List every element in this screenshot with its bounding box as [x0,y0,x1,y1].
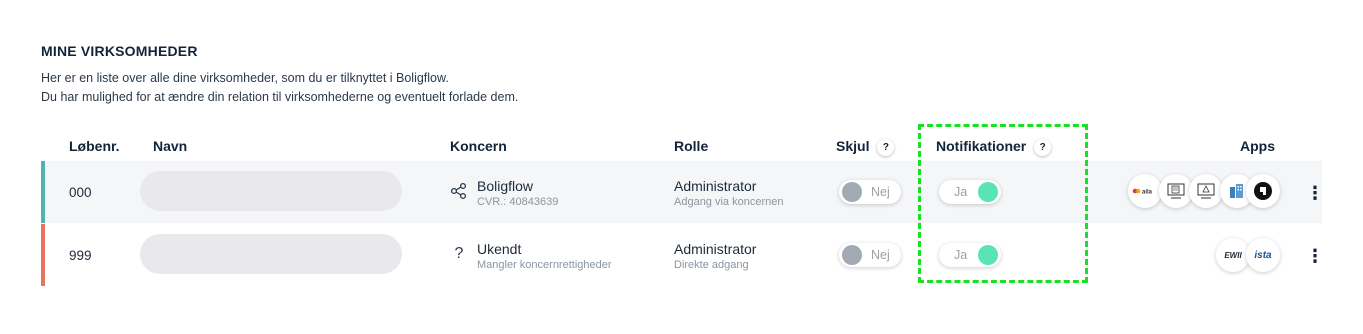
company-name-placeholder [140,171,402,211]
section-title: MINE VIRKSOMHEDER [41,43,198,59]
toggle-knob [978,182,998,202]
toggle-label: Nej [871,248,890,262]
toggle-knob [978,245,998,265]
question-icon: ? [454,245,464,262]
document-app-icon[interactable] [1159,174,1193,208]
notifikationer-help-icon[interactable]: ? [1034,139,1052,156]
column-header-notifikationer: Notifikationer? [936,138,1052,156]
description-line: Her er en liste over alle dine virksomhe… [41,71,449,85]
toggle-label: Ja [954,248,968,262]
row-menu-icon[interactable]: ⋮ [1306,184,1324,202]
role-access: Adgang via koncernen [674,196,784,208]
koncern-name: Boligflow [477,178,534,194]
row-menu-icon[interactable]: ⋮ [1306,247,1324,265]
column-header-loebenr[interactable]: Løbenr. [69,138,120,154]
toggle-label: Nej [871,185,890,199]
description-line: Du har mulighed for at ændre din relatio… [41,90,519,104]
skjul-toggle[interactable]: Nej [839,243,901,267]
share-nodes-icon [450,182,468,200]
section-description: Her er en liste over alle dine virksomhe… [41,69,518,107]
row-number: 000 [69,185,92,200]
row-number: 999 [69,248,92,263]
column-header-navn[interactable]: Navn [153,138,187,154]
svg-text:aila: aila [1142,190,1153,196]
koncern-status: Mangler koncernrettigheder [477,259,612,271]
table-row[interactable]: 999 ? Ukendt Mangler koncernrettigheder … [41,224,1324,286]
column-header-skjul: Skjul? [836,138,895,156]
skjul-help-icon[interactable]: ? [877,139,895,156]
ewii-app-icon[interactable]: EWII [1216,238,1250,272]
table-row[interactable]: 000 Boligflow CVR.: 40843639 Administrat… [41,161,1324,223]
monitor-app-icon[interactable] [1189,174,1223,208]
skjul-toggle[interactable]: Nej [839,180,901,204]
notifikation-toggle[interactable]: Ja [939,180,1001,204]
toggle-knob [842,245,862,265]
boligflow-app-icon[interactable]: aila [1128,174,1162,208]
column-header-koncern[interactable]: Koncern [450,138,507,154]
toggle-knob [842,182,862,202]
column-header-apps: Apps [1240,138,1275,154]
ista-app-icon[interactable]: ista [1246,238,1280,272]
dark-app-icon[interactable] [1246,174,1280,208]
toggle-label: Ja [954,185,968,199]
koncern-name: Ukendt [477,241,522,257]
koncern-cvr: CVR.: 40843639 [477,196,559,208]
role-name: Administrator [674,178,757,194]
role-access: Direkte adgang [674,259,749,271]
column-header-rolle[interactable]: Rolle [674,138,708,154]
company-name-placeholder [140,234,402,274]
notifikation-toggle[interactable]: Ja [939,243,1001,267]
column-header-notifikationer-label: Notifikationer [936,138,1027,154]
role-name: Administrator [674,241,757,257]
column-header-skjul-label: Skjul [836,138,870,154]
